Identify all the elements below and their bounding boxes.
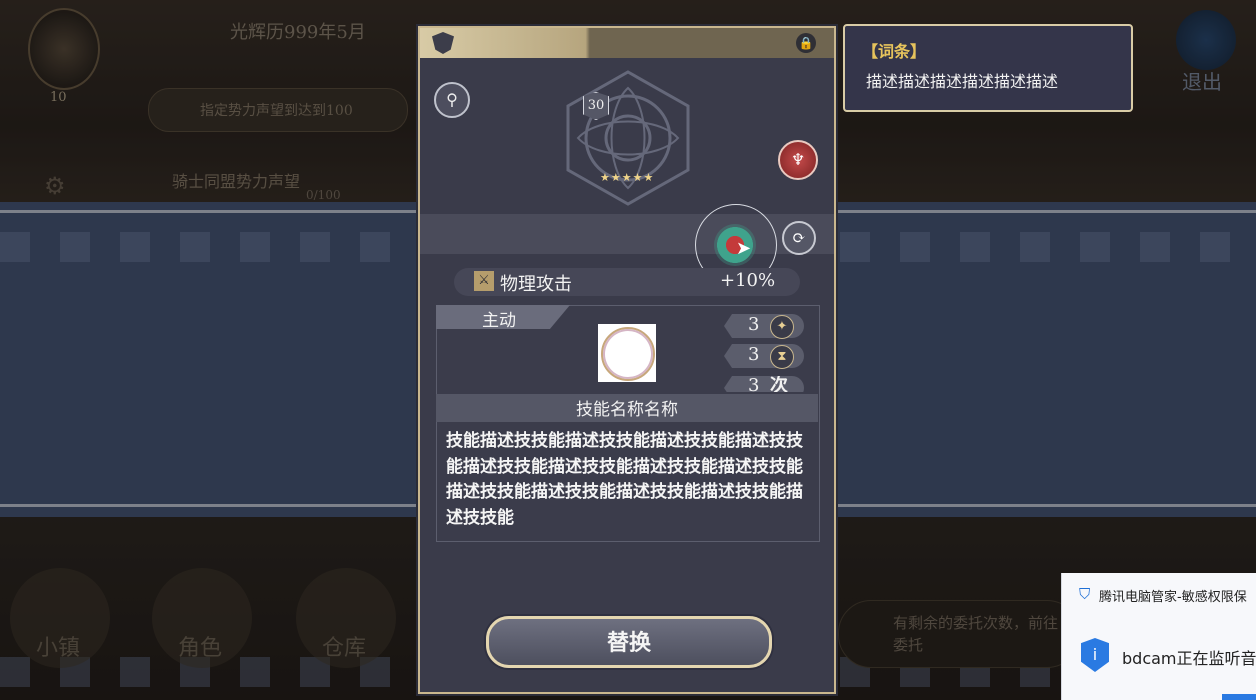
stat-uses-clip: 3 次 [720,376,810,392]
refresh-button[interactable]: ⟳ [782,221,816,255]
stat-cooldown-value: 3 [748,344,760,365]
cursor-icon: ➤ [736,238,752,259]
stat-pill-uses [724,376,804,392]
notification-body: bdcam正在监听音 [1122,649,1256,668]
sword-icon: ⚔ [474,271,494,291]
faction-icon[interactable]: ♆ [778,140,818,180]
skill-name: 技能名称名称 [576,400,678,420]
star-icon: ✦ [770,315,794,339]
notification-action-button[interactable] [1222,694,1256,700]
lock-icon[interactable]: 🔒 [796,33,816,53]
stat-uses-value: 3 [748,376,760,392]
attribute-name: 物理攻击 [500,274,572,295]
tooltip-body: 描述描述描述描述描述描述 [866,72,1059,91]
skill-description: 技能描述技技能描述技技能描述技技能描述技技能描述技技能描述技技能描述技技能描述技… [446,431,803,528]
search-user-icon[interactable]: ⚲ [434,82,470,118]
attribute-value: +10% [720,270,776,291]
shield-check-icon: ⛉ [1079,585,1091,603]
tooltip-title: 【词条】 [862,42,927,61]
replace-button-label: 替换 [606,630,651,656]
item-detail-panel: 🔒 ⚲ 30 ★★★★★ ♆ ➤ ⟳ ⚔ 物理攻击 +10% 主动 3 ✦ 3 … [418,26,836,694]
stat-cost-value: 3 [748,314,760,335]
skill-type-label: 主动 [482,311,516,331]
skill-icon[interactable] [601,327,655,381]
level-badge: 30 [583,92,609,120]
hourglass-icon: ⧗ [770,345,794,369]
star-rating: ★★★★★ [600,171,655,184]
stat-uses-unit: 次 [770,376,788,392]
panel-header [420,28,834,58]
emblem-ornament-icon [566,70,690,206]
notification-title: 腾讯电脑管家-敏感权限保 [1099,590,1247,605]
